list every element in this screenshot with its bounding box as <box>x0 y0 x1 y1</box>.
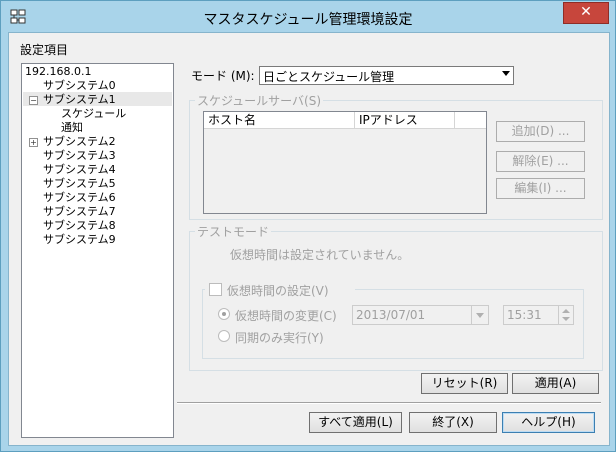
apply-all-button[interactable]: すべて適用(L) <box>309 412 402 433</box>
change-virtual-time-radio[interactable] <box>218 308 230 320</box>
calendar-dropdown-icon[interactable] <box>471 306 488 324</box>
main-window: マスタスケジュール管理環境設定 ✕ 設定項目 192.168.0.1 サブシステ… <box>0 0 616 452</box>
tree-item-subsystem3[interactable]: サブシステム3 <box>43 149 116 163</box>
date-value: 2013/07/01 <box>356 308 426 322</box>
spin-arrows-icon[interactable] <box>558 306 573 324</box>
settings-tree[interactable]: 192.168.0.1 サブシステム0 − サブシステム1 スケジュール 通知 … <box>21 63 174 438</box>
collapse-icon[interactable]: − <box>29 96 38 105</box>
date-picker[interactable]: 2013/07/01 <box>352 305 489 325</box>
exit-button[interactable]: 終了(X) <box>409 412 497 433</box>
tree-item-subsystem6[interactable]: サブシステム6 <box>43 191 116 205</box>
help-button[interactable]: ヘルプ(H) <box>502 412 595 433</box>
sync-only-radio[interactable] <box>218 330 230 342</box>
tree-item-schedule[interactable]: スケジュール <box>61 107 126 121</box>
radio-selected-dot <box>222 312 226 316</box>
remove-button[interactable]: 解除(E) ... <box>496 151 585 172</box>
virtual-time-checkbox-label: 仮想時間の設定(V) <box>227 284 329 298</box>
edit-button[interactable]: 編集(I) ... <box>496 178 585 199</box>
footer-separator <box>177 402 601 404</box>
test-mode-group-title: テストモード <box>195 223 272 240</box>
schedule-server-list[interactable]: ホスト名 IPアドレス <box>203 111 487 214</box>
time-spinner[interactable]: 15:31 <box>503 305 574 325</box>
mode-label: モード (M): <box>191 69 255 83</box>
tree-item-subsystem1[interactable]: サブシステム1 <box>43 93 116 107</box>
tree-root[interactable]: 192.168.0.1 <box>25 65 91 79</box>
schedule-server-group-title: スケジュールサーバ(S) <box>195 92 324 109</box>
dialog-client-area: 設定項目 192.168.0.1 サブシステム0 − サブシステム1 スケジュー… <box>8 32 610 446</box>
title-bar[interactable]: マスタスケジュール管理環境設定 ✕ <box>1 1 615 32</box>
mode-dropdown-value: 日ごとスケジュール管理 <box>263 70 395 84</box>
time-value: 15:31 <box>507 308 542 322</box>
mode-dropdown[interactable]: 日ごとスケジュール管理 <box>259 66 514 85</box>
tree-item-subsystem9[interactable]: サブシステム9 <box>43 233 116 247</box>
window-title: マスタスケジュール管理環境設定 <box>203 12 413 28</box>
tree-item-subsystem2[interactable]: サブシステム2 <box>43 135 116 149</box>
tree-item-subsystem5[interactable]: サブシステム5 <box>43 177 116 191</box>
apply-button[interactable]: 適用(A) <box>512 373 599 394</box>
change-virtual-time-label: 仮想時間の変更(C) <box>235 309 337 323</box>
virtual-time-checkbox[interactable] <box>209 283 222 296</box>
reset-button[interactable]: リセット(R) <box>421 373 508 394</box>
column-ip-address[interactable]: IPアドレス <box>355 112 455 128</box>
tree-item-subsystem7[interactable]: サブシステム7 <box>43 205 116 219</box>
dropdown-arrow-icon <box>502 71 510 76</box>
expand-icon[interactable]: + <box>29 138 38 147</box>
tree-item-subsystem8[interactable]: サブシステム8 <box>43 219 116 233</box>
add-button[interactable]: 追加(D) ... <box>496 121 585 142</box>
tree-item-subsystem0[interactable]: サブシステム0 <box>43 79 116 93</box>
settings-items-label: 設定項目 <box>20 43 69 57</box>
list-header: ホスト名 IPアドレス <box>204 112 486 129</box>
tree-item-notification[interactable]: 通知 <box>61 121 83 135</box>
tree-item-subsystem4[interactable]: サブシステム4 <box>43 163 116 177</box>
close-button[interactable]: ✕ <box>563 2 609 24</box>
virtual-time-status: 仮想時間は設定されていません。 <box>230 248 410 262</box>
sync-only-label: 同期のみ実行(Y) <box>235 331 324 345</box>
column-host-name[interactable]: ホスト名 <box>204 112 355 128</box>
